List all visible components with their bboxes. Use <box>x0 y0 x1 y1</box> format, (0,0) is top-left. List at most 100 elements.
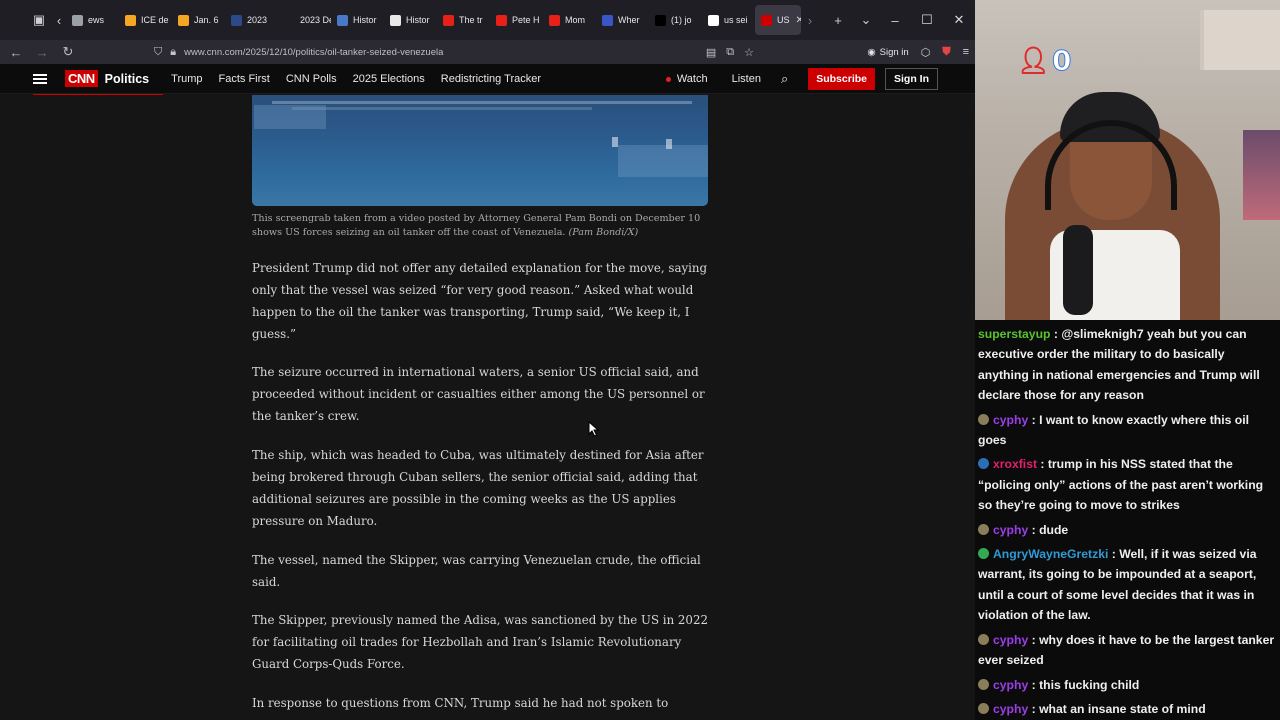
shield-icon[interactable]: ⛉ <box>154 46 162 59</box>
reader-view-icon[interactable]: ▤ <box>706 46 716 59</box>
browser-tab[interactable]: ews <box>66 5 119 35</box>
image-caption: This screengrab taken from a video poste… <box>252 212 712 240</box>
browser-tab[interactable]: Wher <box>596 5 649 35</box>
nav-item-2025-elections[interactable]: 2025 Elections <box>353 73 425 85</box>
article-hero-image <box>252 95 708 206</box>
chat-separator: : <box>1037 457 1048 472</box>
google-favicon-icon <box>708 14 719 26</box>
screen: ▣ ‹ ews ICE de Jan. 6 2023 2023 Dem Histor His… <box>0 0 1280 720</box>
tab-label: Pete H <box>512 15 540 25</box>
lock-icon[interactable]: 🔒︎ <box>170 46 176 59</box>
toolbar-right: ◉ Sign in ⬡ ⛊ ≡ <box>867 40 969 64</box>
section-nav: Trump Facts First CNN Polls 2025 Electio… <box>171 73 557 85</box>
pause-bars-favicon-icon <box>602 14 613 26</box>
watch-link[interactable]: Watch <box>665 73 708 85</box>
tab-label: 2023 <box>247 15 268 25</box>
browser-tab[interactable]: 2023 <box>225 5 278 35</box>
maximize-icon[interactable]: ☐ <box>911 12 943 28</box>
bookmark-star-icon[interactable]: ☆ <box>744 46 754 59</box>
browser-tab[interactable]: Pete H <box>490 5 543 35</box>
chat-message: cyphy : what an insane state of mind <box>978 699 1276 719</box>
subscribe-button[interactable]: Subscribe <box>808 68 875 90</box>
app-menu-icon[interactable]: ≡ <box>963 46 969 58</box>
tab-label: Histor <box>406 15 430 25</box>
minimize-icon[interactable]: – <box>879 13 911 28</box>
browser-tab[interactable]: US ✕ <box>755 5 801 35</box>
avatar-badge-icon <box>978 678 989 690</box>
tab-list-dropdown-icon[interactable]: ⌄ <box>853 7 879 33</box>
tab-label: (1) jo <box>671 15 692 25</box>
article-paragraph: President Trump did not offer any detail… <box>252 261 708 341</box>
cnn-site-header: CNN Politics Trump Facts First CNN Polls… <box>0 64 975 94</box>
viewer-person-icon: 👤︎ <box>1017 45 1051 75</box>
chat-username[interactable]: cyphy <box>993 523 1028 537</box>
chat-username[interactable]: cyphy <box>993 633 1028 647</box>
new-tab-icon[interactable]: + <box>825 7 851 33</box>
ublock-extension-icon[interactable]: ⛊ <box>942 46 950 59</box>
extensions-icon[interactable]: ⬡ <box>921 46 931 59</box>
globe-favicon-icon <box>337 14 348 26</box>
nav-item-redistricting-tracker[interactable]: Redistricting Tracker <box>441 73 541 85</box>
navigation-toolbar: ← → ↻ ⛉ 🔒︎ www.cnn.com/2025/12/10/politi… <box>0 40 975 64</box>
reload-icon[interactable]: ↻ <box>56 41 80 63</box>
chat-username[interactable]: cyphy <box>993 413 1028 427</box>
nbc-peacock-favicon-icon <box>178 14 189 26</box>
chat-username[interactable]: cyphy <box>993 702 1028 716</box>
viewer-count: 0 <box>1052 44 1073 78</box>
avatar-badge-icon <box>978 523 989 535</box>
account-sign-in-button[interactable]: ◉ Sign in <box>867 47 908 58</box>
listen-link[interactable]: Listen <box>732 73 761 85</box>
tab-list: ews ICE de Jan. 6 2023 2023 Dem Histor Histor T… <box>66 0 801 40</box>
nav-item-trump[interactable]: Trump <box>171 73 202 85</box>
chat-username[interactable]: AngryWayneGretzki <box>993 547 1108 561</box>
x-logo-favicon-icon <box>655 14 666 26</box>
search-icon[interactable]: ⌕ <box>781 71 788 87</box>
nav-item-facts-first[interactable]: Facts First <box>219 73 270 85</box>
article-paragraph: The seizure occurred in international wa… <box>252 365 705 423</box>
browser-tab[interactable]: Histor <box>384 5 437 35</box>
browser-tab[interactable]: 2023 Dem <box>278 5 331 35</box>
window-controls: – ☐ ✕ <box>879 0 975 40</box>
youtube-favicon-icon <box>496 14 507 26</box>
chat-message: cyphy : this fucking child <box>978 675 1276 695</box>
address-bar[interactable]: ⛉ 🔒︎ www.cnn.com/2025/12/10/politics/oil… <box>154 43 770 61</box>
browser-tab[interactable]: Mom <box>543 5 596 35</box>
chat-separator: : <box>1108 547 1120 562</box>
nbc-peacock-favicon-icon <box>125 14 136 26</box>
tab-scroll-right-icon[interactable]: › <box>801 7 819 33</box>
browser-tab[interactable]: us sei <box>702 5 755 35</box>
nav-item-cnn-polls[interactable]: CNN Polls <box>286 73 337 85</box>
sign-in-button[interactable]: Sign In <box>885 68 938 90</box>
webcam-feed: 👤︎ 0 <box>975 0 1280 320</box>
chat-message: AngryWayneGretzki : Well, if it was seiz… <box>978 544 1276 626</box>
tab-label: ICE de <box>141 15 169 25</box>
chat-username[interactable]: cyphy <box>993 678 1028 692</box>
youtube-favicon-icon <box>443 14 454 26</box>
back-arrow-icon[interactable]: ← <box>4 41 28 63</box>
hamburger-menu-icon[interactable] <box>33 73 47 84</box>
browser-tab[interactable]: ICE de <box>119 5 172 35</box>
forward-arrow-icon[interactable]: → <box>30 41 54 63</box>
cnn-logo[interactable]: CNN <box>65 70 98 87</box>
section-title[interactable]: Politics <box>105 72 149 86</box>
tab-label: Histor <box>353 15 377 25</box>
tab-label: Wher <box>618 15 640 25</box>
tab-overview-icon[interactable]: ▣ <box>26 7 52 33</box>
browser-tab[interactable]: Jan. 6 <box>172 5 225 35</box>
chat-message: xroxfist : trump in his NSS stated that … <box>978 454 1276 515</box>
browser-tab[interactable]: The tr <box>437 5 490 35</box>
chat-username[interactable]: xroxfist <box>993 457 1037 471</box>
browser-tab[interactable]: Histor <box>331 5 384 35</box>
chat-text: dude <box>1039 522 1069 537</box>
tab-label: The tr <box>459 15 483 25</box>
tab-scroll-left-icon[interactable]: ‹ <box>52 7 66 33</box>
article-paragraph: In response to questions from CNN, Trump… <box>252 696 669 710</box>
article-paragraph: The Skipper, previously named the Adisa,… <box>252 613 708 671</box>
browser-tab[interactable]: (1) jo <box>649 5 702 35</box>
chat-text: this fucking child <box>1039 677 1140 692</box>
url-text[interactable]: www.cnn.com/2025/12/10/politics/oil-tank… <box>184 47 443 58</box>
close-window-icon[interactable]: ✕ <box>943 12 975 28</box>
translate-icon[interactable]: ⧉ <box>726 46 734 59</box>
chat-username[interactable]: superstayup <box>978 327 1050 341</box>
account-sign-in-label: Sign in <box>879 46 909 58</box>
